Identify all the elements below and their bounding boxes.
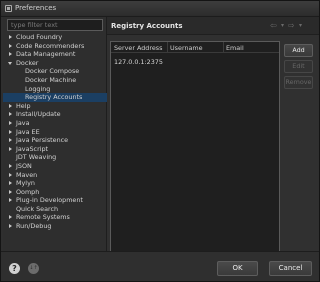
tree-item-label: Help bbox=[16, 101, 31, 110]
collapsed-arrow-icon[interactable] bbox=[9, 129, 12, 134]
tree-item-remote-systems[interactable]: Remote Systems bbox=[3, 213, 107, 222]
tree-item-docker-compose[interactable]: Docker Compose bbox=[3, 67, 107, 76]
tree-item-java-ee[interactable]: Java EE bbox=[3, 128, 107, 137]
content-pane: Registry Accounts ⇦ ▾ ⇨ ▾ Server Address… bbox=[107, 17, 319, 253]
tree-item-label: Plug-in Development bbox=[16, 196, 83, 205]
collapsed-arrow-icon[interactable] bbox=[9, 224, 12, 229]
tree-item-label: Mylyn bbox=[16, 179, 35, 188]
add-button[interactable]: Add bbox=[284, 44, 313, 57]
cancel-button[interactable]: Cancel bbox=[269, 261, 312, 276]
tree-item-javascript[interactable]: JavaScript bbox=[3, 145, 107, 154]
collapsed-arrow-icon[interactable] bbox=[9, 146, 12, 151]
collapsed-arrow-icon[interactable] bbox=[9, 215, 12, 220]
expanded-arrow-icon[interactable] bbox=[8, 61, 12, 65]
collapsed-arrow-icon[interactable] bbox=[9, 112, 12, 117]
window-title: Preferences bbox=[15, 4, 57, 12]
tree-item-java[interactable]: Java bbox=[3, 119, 107, 128]
collapsed-arrow-icon[interactable] bbox=[9, 43, 12, 48]
tree-item-docker[interactable]: Docker bbox=[3, 59, 107, 68]
tree-item-label: Logging bbox=[25, 84, 51, 93]
forward-arrow-icon[interactable]: ⇨ bbox=[288, 21, 295, 31]
tree-item-logging[interactable]: Logging bbox=[3, 85, 107, 94]
preference-tree: Cloud Foundry Code Recommenders Data Manag… bbox=[3, 33, 107, 231]
tree-item-cloud-foundry[interactable]: Cloud Foundry bbox=[3, 33, 107, 42]
collapsed-arrow-icon[interactable] bbox=[9, 172, 12, 177]
tree-item-quick-search[interactable]: Quick Search bbox=[3, 205, 107, 214]
tree-item-label: Docker Machine bbox=[25, 75, 77, 84]
table-header-row: Server Address Username Email bbox=[111, 42, 279, 53]
registry-accounts-table[interactable]: Server Address Username Email 127.0.0.1:… bbox=[110, 41, 280, 253]
window-icon bbox=[5, 5, 12, 12]
collapsed-arrow-icon[interactable] bbox=[9, 103, 12, 108]
tree-item-plug-in-development[interactable]: Plug-in Development bbox=[3, 196, 107, 205]
collapsed-arrow-icon[interactable] bbox=[9, 198, 12, 203]
tree-item-docker-machine[interactable]: Docker Machine bbox=[3, 76, 107, 85]
collapsed-arrow-icon[interactable] bbox=[9, 181, 12, 186]
collapsed-arrow-icon[interactable] bbox=[9, 138, 12, 143]
tree-item-label: JDT Weaving bbox=[16, 153, 57, 162]
navigation-pane: Cloud FoundryCode RecommendersData Manag… bbox=[3, 17, 107, 251]
tree-item-label: Maven bbox=[16, 170, 38, 179]
page-title: Registry Accounts bbox=[111, 22, 183, 30]
remove-button[interactable]: Remove bbox=[284, 76, 313, 89]
page-header: Registry Accounts ⇦ ▾ ⇨ ▾ bbox=[107, 17, 319, 35]
column-header-server-address[interactable]: Server Address bbox=[114, 44, 162, 52]
tree-item-label: Run/Debug bbox=[16, 222, 52, 231]
tree-item-label: Java Persistence bbox=[16, 136, 69, 145]
tree-item-label: Cloud Foundry bbox=[16, 33, 63, 41]
edit-button[interactable]: Edit bbox=[284, 60, 313, 73]
tree-item-java-persistence[interactable]: Java Persistence bbox=[3, 136, 107, 145]
tree-item-label: Java EE bbox=[16, 127, 40, 136]
tree-item-registry-accounts[interactable]: Registry Accounts bbox=[3, 93, 107, 102]
filter-input[interactable] bbox=[7, 19, 103, 31]
collapsed-arrow-icon[interactable] bbox=[9, 120, 12, 125]
column-header-email[interactable]: Email bbox=[226, 44, 244, 52]
tree-item-label: Code Recommenders bbox=[16, 41, 85, 50]
back-menu-icon[interactable]: ▾ bbox=[281, 21, 284, 31]
tree-item-label: Quick Search bbox=[16, 204, 59, 213]
collapsed-arrow-icon[interactable] bbox=[9, 189, 12, 194]
tree-item-label: Remote Systems bbox=[16, 213, 70, 222]
preferences-window: Preferences Cloud FoundryCode Recommende… bbox=[0, 0, 320, 282]
forward-menu-icon[interactable]: ▾ bbox=[299, 21, 302, 31]
tree-item-data-management[interactable]: Data Management bbox=[3, 50, 107, 59]
title-bar: Preferences bbox=[1, 1, 319, 17]
column-divider[interactable] bbox=[223, 42, 224, 52]
tree-item-label: Docker bbox=[16, 58, 39, 67]
tree-item-oomph[interactable]: Oomph bbox=[3, 188, 107, 197]
tree-item-label: Docker Compose bbox=[25, 67, 80, 76]
tree-item-jdt-weaving[interactable]: JDT Weaving bbox=[3, 153, 107, 162]
tree-item-install-update[interactable]: Install/Update bbox=[3, 110, 107, 119]
tree-item-code-recommenders[interactable]: Code Recommenders bbox=[3, 42, 107, 51]
tree-item-help[interactable]: Help bbox=[3, 102, 107, 111]
collapsed-arrow-icon[interactable] bbox=[9, 163, 12, 168]
column-header-username[interactable]: Username bbox=[170, 44, 203, 52]
back-arrow-icon[interactable]: ⇦ bbox=[270, 21, 277, 31]
tree-item-json[interactable]: JSON bbox=[3, 162, 107, 171]
dialog-footer: ? ↓↑ OK Cancel bbox=[1, 251, 319, 281]
collapsed-arrow-icon[interactable] bbox=[9, 52, 12, 57]
column-divider[interactable] bbox=[167, 42, 168, 52]
help-icon[interactable]: ? bbox=[9, 263, 20, 274]
tree-item-label: JavaScript bbox=[16, 144, 49, 153]
tree-item-mylyn[interactable]: Mylyn bbox=[3, 179, 107, 188]
collapsed-arrow-icon[interactable] bbox=[9, 35, 12, 39]
tree-item-label: JSON bbox=[16, 161, 32, 170]
cell-server-address: 127.0.0.1:2375 bbox=[114, 58, 163, 66]
tree-item-run-debug[interactable]: Run/Debug bbox=[3, 222, 107, 231]
import-export-icon[interactable]: ↓↑ bbox=[28, 263, 39, 274]
tree-item-label: Registry Accounts bbox=[25, 93, 83, 102]
tree-item-label: Install/Update bbox=[16, 110, 61, 119]
tree-item-label: Data Management bbox=[16, 50, 76, 59]
tree-item-label: Java bbox=[16, 118, 30, 127]
tree-item-label: Oomph bbox=[16, 187, 40, 196]
tree-item-maven[interactable]: Maven bbox=[3, 171, 107, 180]
ok-button[interactable]: OK bbox=[217, 261, 258, 276]
